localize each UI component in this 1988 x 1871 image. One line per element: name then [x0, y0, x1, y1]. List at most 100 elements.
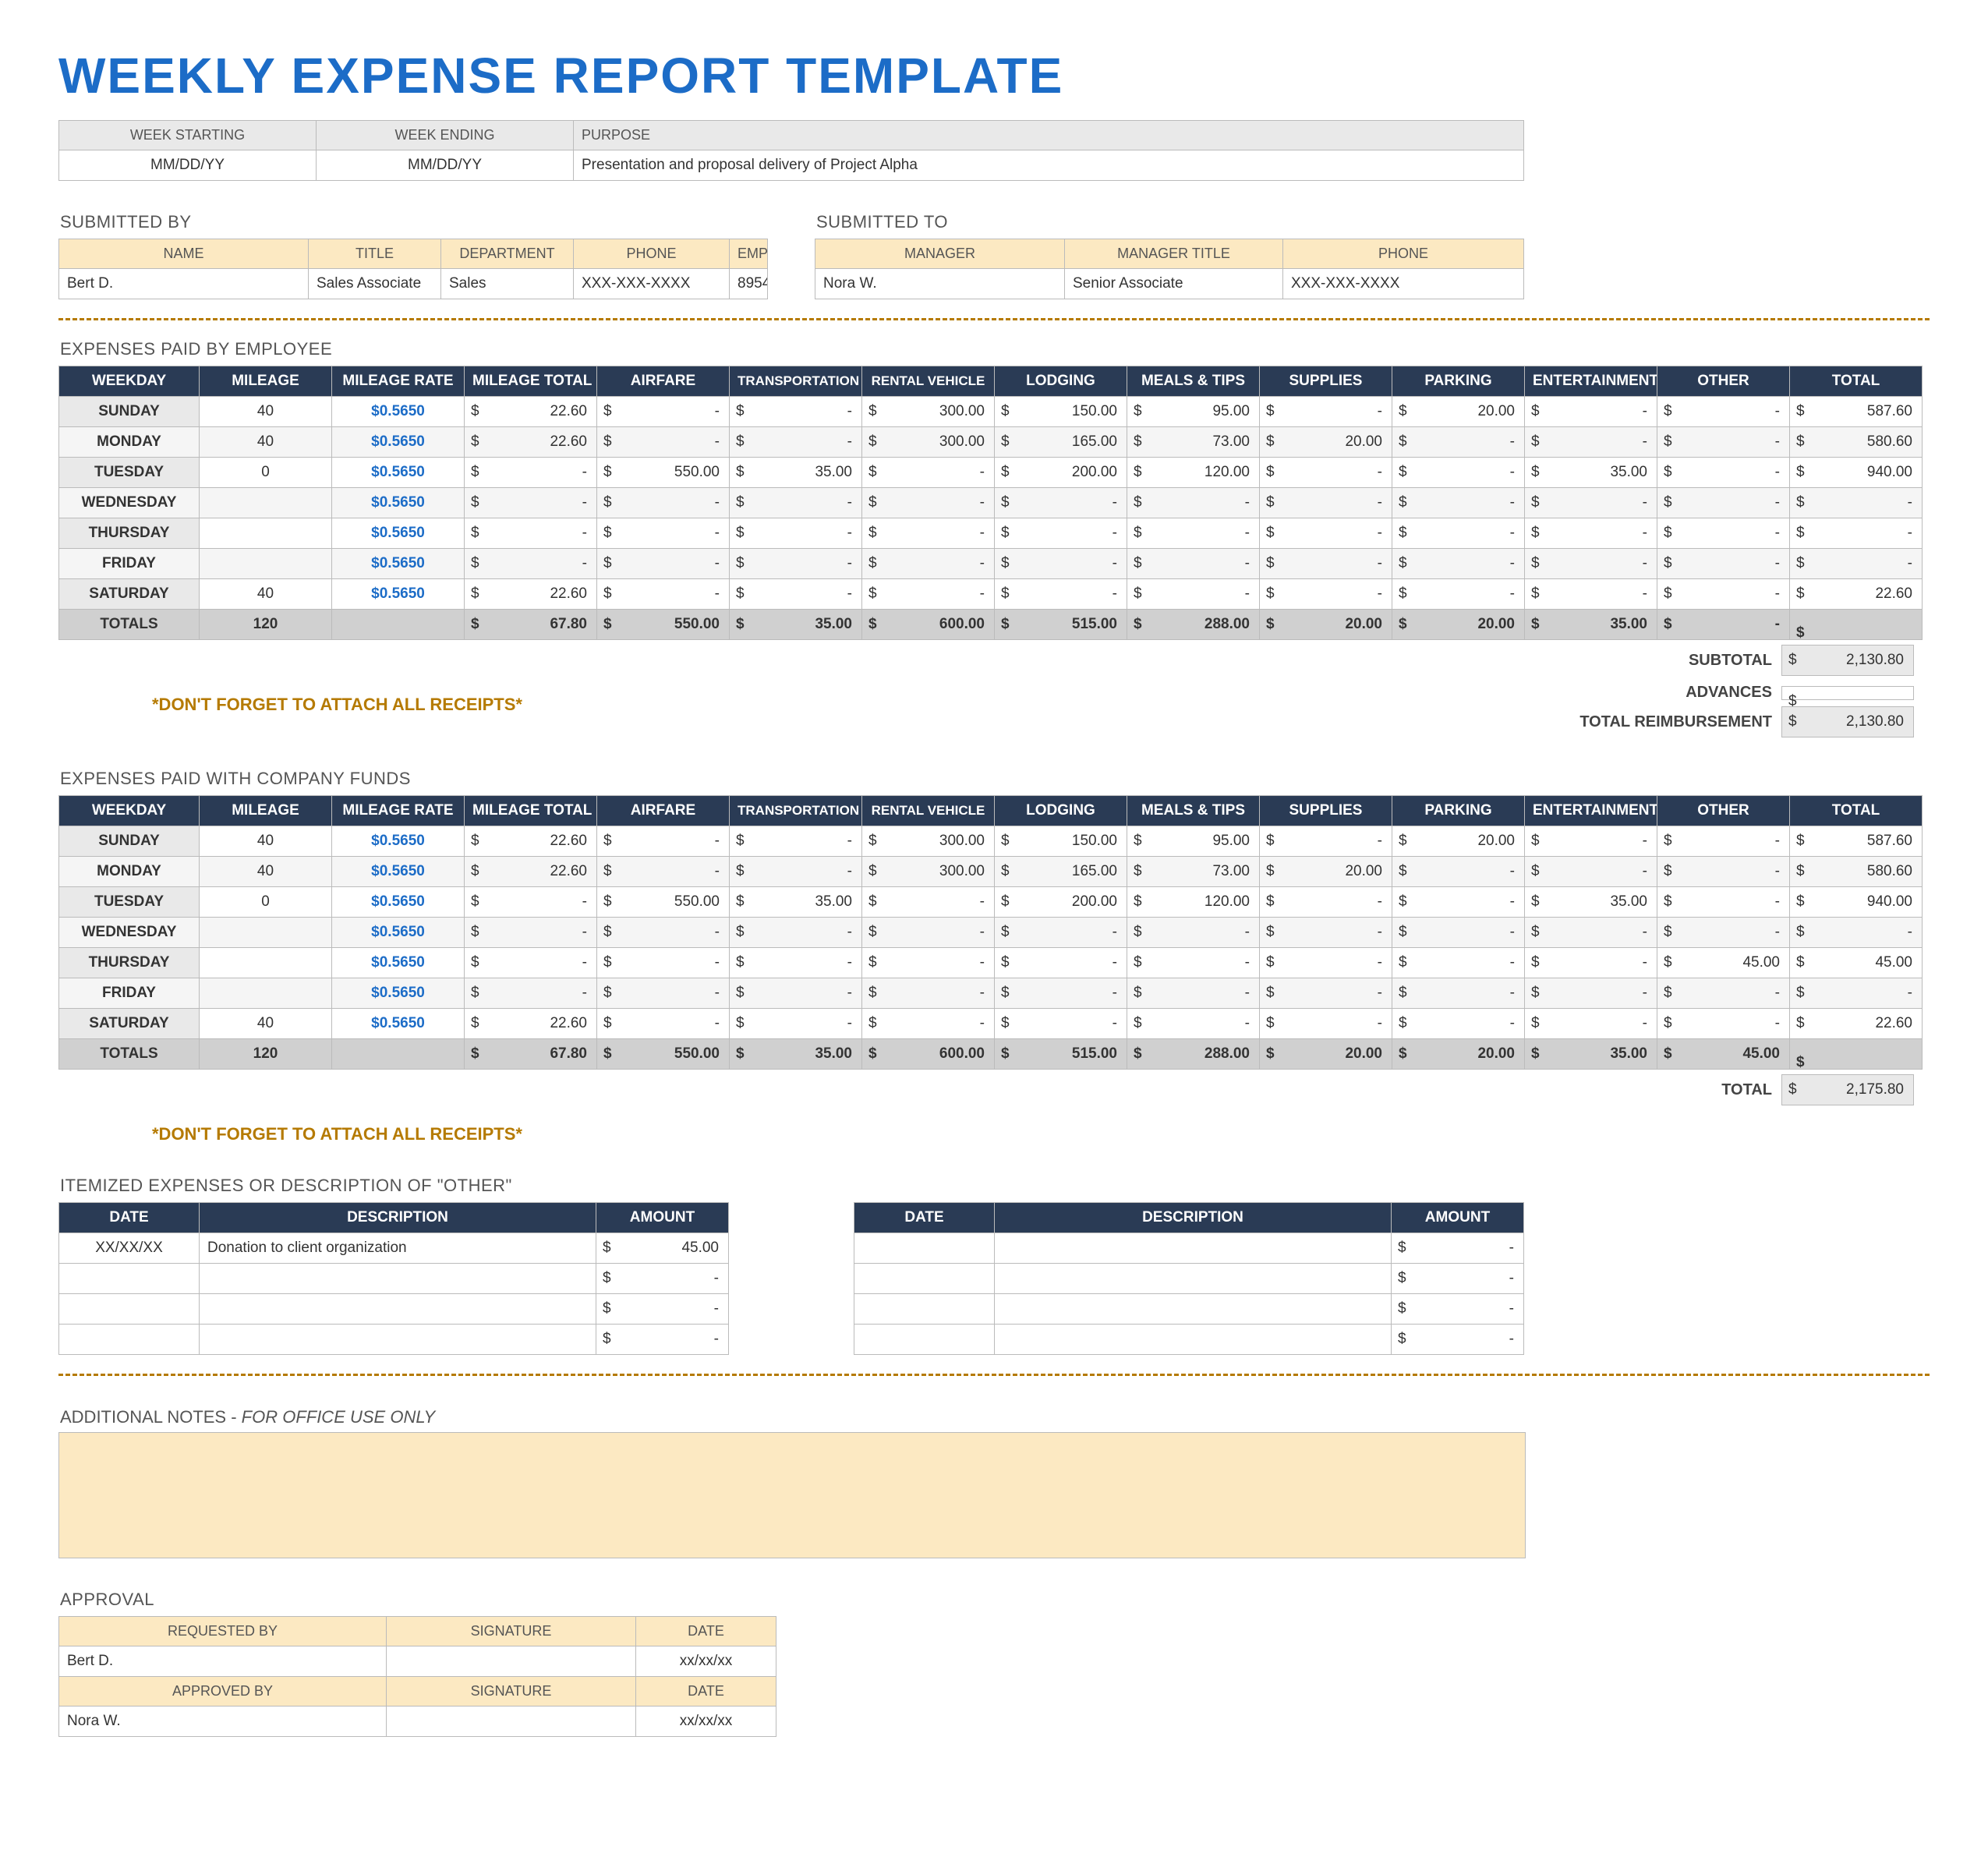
lodge-cell[interactable]: 200.00: [995, 887, 1127, 918]
requested-sig[interactable]: [387, 1646, 636, 1677]
approved-by[interactable]: Nora W.: [59, 1707, 387, 1737]
total-cell[interactable]: 587.60: [1790, 397, 1923, 427]
rental-cell[interactable]: -: [862, 887, 995, 918]
mtot-cell[interactable]: 22.60: [465, 579, 597, 610]
park-cell[interactable]: -: [1392, 857, 1525, 887]
lodge-cell[interactable]: -: [995, 488, 1127, 518]
total-cell[interactable]: 580.60: [1790, 857, 1923, 887]
ent-cell[interactable]: -: [1525, 857, 1657, 887]
park-cell[interactable]: -: [1392, 488, 1525, 518]
supp-cell[interactable]: 20.00: [1260, 857, 1392, 887]
mileage-cell[interactable]: 40: [200, 427, 332, 458]
lodge-cell[interactable]: 165.00: [995, 857, 1127, 887]
item-amt[interactable]: -: [1392, 1233, 1524, 1264]
park-cell[interactable]: -: [1392, 518, 1525, 549]
rental-cell[interactable]: -: [862, 458, 995, 488]
item-amt[interactable]: -: [596, 1325, 729, 1355]
item-date[interactable]: [59, 1325, 200, 1355]
item-amt[interactable]: -: [1392, 1294, 1524, 1325]
item-date[interactable]: [854, 1325, 995, 1355]
lodge-cell[interactable]: -: [995, 918, 1127, 948]
item-date[interactable]: [854, 1233, 995, 1264]
other-cell[interactable]: -: [1657, 887, 1790, 918]
other-cell[interactable]: -: [1657, 458, 1790, 488]
lodge-cell[interactable]: -: [995, 948, 1127, 978]
item-desc[interactable]: [995, 1264, 1392, 1294]
sb-eid[interactable]: 8954: [730, 269, 768, 299]
other-cell[interactable]: 45.00: [1657, 948, 1790, 978]
meals-cell[interactable]: 73.00: [1127, 427, 1260, 458]
air-cell[interactable]: -: [597, 826, 730, 857]
lodge-cell[interactable]: -: [995, 1009, 1127, 1039]
mileage-cell[interactable]: [200, 948, 332, 978]
supp-cell[interactable]: -: [1260, 488, 1392, 518]
supp-cell[interactable]: -: [1260, 458, 1392, 488]
requested-by[interactable]: Bert D.: [59, 1646, 387, 1677]
lodge-cell[interactable]: -: [995, 579, 1127, 610]
supp-cell[interactable]: -: [1260, 826, 1392, 857]
lodge-cell[interactable]: 150.00: [995, 826, 1127, 857]
trans-cell[interactable]: -: [730, 397, 862, 427]
park-cell[interactable]: -: [1392, 887, 1525, 918]
approved-sig[interactable]: [387, 1707, 636, 1737]
rental-cell[interactable]: 300.00: [862, 857, 995, 887]
item-desc[interactable]: [995, 1294, 1392, 1325]
mileage-cell[interactable]: 0: [200, 887, 332, 918]
st-manager[interactable]: Nora W.: [815, 269, 1065, 299]
lodge-cell[interactable]: -: [995, 549, 1127, 579]
park-cell[interactable]: -: [1392, 549, 1525, 579]
mileage-cell[interactable]: 0: [200, 458, 332, 488]
air-cell[interactable]: -: [597, 549, 730, 579]
air-cell[interactable]: 550.00: [597, 458, 730, 488]
total-cell[interactable]: -: [1790, 549, 1923, 579]
supp-cell[interactable]: -: [1260, 978, 1392, 1009]
notes-box[interactable]: [58, 1432, 1526, 1558]
park-cell[interactable]: -: [1392, 579, 1525, 610]
meals-cell[interactable]: -: [1127, 488, 1260, 518]
air-cell[interactable]: -: [597, 397, 730, 427]
lodge-cell[interactable]: -: [995, 978, 1127, 1009]
item-date[interactable]: [59, 1264, 200, 1294]
total-cell[interactable]: 22.60: [1790, 1009, 1923, 1039]
park-cell[interactable]: -: [1392, 458, 1525, 488]
other-cell[interactable]: -: [1657, 579, 1790, 610]
mtot-cell[interactable]: 22.60: [465, 1009, 597, 1039]
rental-cell[interactable]: 300.00: [862, 427, 995, 458]
item-desc[interactable]: [200, 1264, 596, 1294]
rental-cell[interactable]: -: [862, 579, 995, 610]
item-date[interactable]: [854, 1264, 995, 1294]
rental-cell[interactable]: -: [862, 549, 995, 579]
item-amt[interactable]: -: [1392, 1264, 1524, 1294]
other-cell[interactable]: -: [1657, 549, 1790, 579]
item-amt[interactable]: 45.00: [596, 1233, 729, 1264]
st-mtitle[interactable]: Senior Associate: [1065, 269, 1283, 299]
air-cell[interactable]: -: [597, 1009, 730, 1039]
mtot-cell[interactable]: 22.60: [465, 857, 597, 887]
trans-cell[interactable]: -: [730, 948, 862, 978]
trans-cell[interactable]: -: [730, 1009, 862, 1039]
advances-value[interactable]: [1781, 686, 1914, 700]
mileage-cell[interactable]: 40: [200, 857, 332, 887]
trans-cell[interactable]: -: [730, 857, 862, 887]
air-cell[interactable]: -: [597, 918, 730, 948]
week-ending-value[interactable]: MM/DD/YY: [317, 150, 574, 181]
air-cell[interactable]: -: [597, 857, 730, 887]
rental-cell[interactable]: -: [862, 488, 995, 518]
park-cell[interactable]: 20.00: [1392, 826, 1525, 857]
mtot-cell[interactable]: -: [465, 518, 597, 549]
item-date[interactable]: [854, 1294, 995, 1325]
mtot-cell[interactable]: -: [465, 458, 597, 488]
item-desc[interactable]: [995, 1233, 1392, 1264]
meals-cell[interactable]: 95.00: [1127, 397, 1260, 427]
trans-cell[interactable]: -: [730, 978, 862, 1009]
park-cell[interactable]: -: [1392, 918, 1525, 948]
supp-cell[interactable]: -: [1260, 579, 1392, 610]
total-cell[interactable]: 940.00: [1790, 458, 1923, 488]
rental-cell[interactable]: -: [862, 948, 995, 978]
total-cell[interactable]: 22.60: [1790, 579, 1923, 610]
lodge-cell[interactable]: 165.00: [995, 427, 1127, 458]
air-cell[interactable]: -: [597, 518, 730, 549]
rental-cell[interactable]: 300.00: [862, 397, 995, 427]
supp-cell[interactable]: 20.00: [1260, 427, 1392, 458]
other-cell[interactable]: -: [1657, 397, 1790, 427]
